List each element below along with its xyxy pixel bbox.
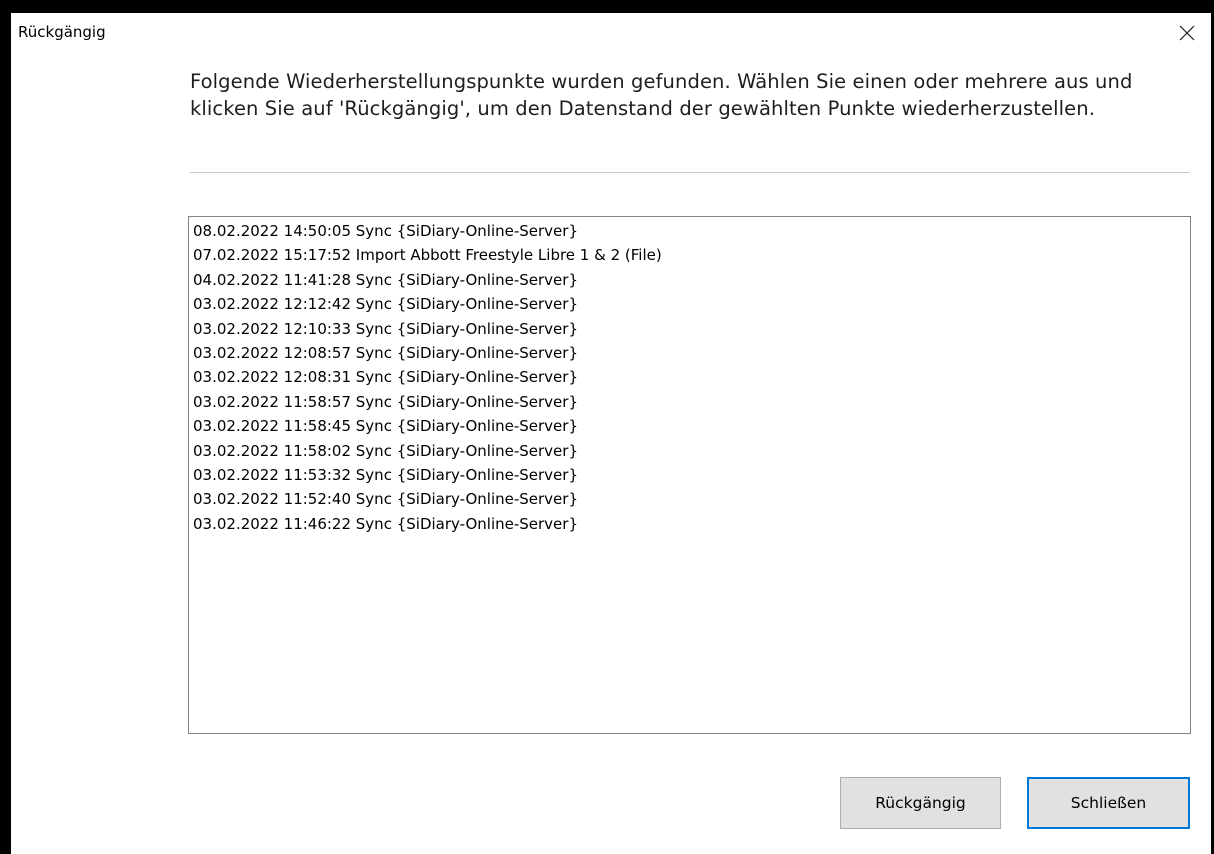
window-close-button[interactable]	[1170, 18, 1204, 52]
close-icon	[1179, 25, 1195, 45]
restore-point-item[interactable]: 04.02.2022 11:41:28 Sync {SiDiary-Online…	[189, 268, 1190, 292]
undo-dialog: Rückgängig Folgende Wiederherstellungspu…	[0, 0, 1214, 854]
restore-point-item[interactable]: 03.02.2022 12:10:33 Sync {SiDiary-Online…	[189, 317, 1190, 341]
restore-point-item[interactable]: 03.02.2022 11:53:32 Sync {SiDiary-Online…	[189, 463, 1190, 487]
instruction-text: Folgende Wiederherstellungspunkte wurden…	[190, 70, 1133, 120]
restore-point-item[interactable]: 03.02.2022 11:58:45 Sync {SiDiary-Online…	[189, 414, 1190, 438]
window-frame-left	[0, 0, 11, 854]
restore-point-item[interactable]: 03.02.2022 11:58:02 Sync {SiDiary-Online…	[189, 439, 1190, 463]
restore-point-item[interactable]: 03.02.2022 11:52:40 Sync {SiDiary-Online…	[189, 487, 1190, 511]
window-title: Rückgängig	[18, 23, 106, 41]
restore-point-item[interactable]: 03.02.2022 12:12:42 Sync {SiDiary-Online…	[189, 292, 1190, 316]
restore-point-item[interactable]: 03.02.2022 11:46:22 Sync {SiDiary-Online…	[189, 512, 1190, 536]
restore-point-item[interactable]: 07.02.2022 15:17:52 Import Abbott Freest…	[189, 243, 1190, 267]
restore-point-item[interactable]: 03.02.2022 12:08:57 Sync {SiDiary-Online…	[189, 341, 1190, 365]
restore-point-item[interactable]: 08.02.2022 14:50:05 Sync {SiDiary-Online…	[189, 219, 1190, 243]
restore-point-item[interactable]: 03.02.2022 11:58:57 Sync {SiDiary-Online…	[189, 390, 1190, 414]
undo-button[interactable]: Rückgängig	[840, 777, 1001, 829]
close-button[interactable]: Schließen	[1027, 777, 1190, 829]
restore-point-item[interactable]: 03.02.2022 12:08:31 Sync {SiDiary-Online…	[189, 365, 1190, 389]
restore-points-list[interactable]: 08.02.2022 14:50:05 Sync {SiDiary-Online…	[188, 216, 1191, 734]
window-frame-top	[0, 0, 1214, 13]
separator-line	[190, 172, 1190, 173]
